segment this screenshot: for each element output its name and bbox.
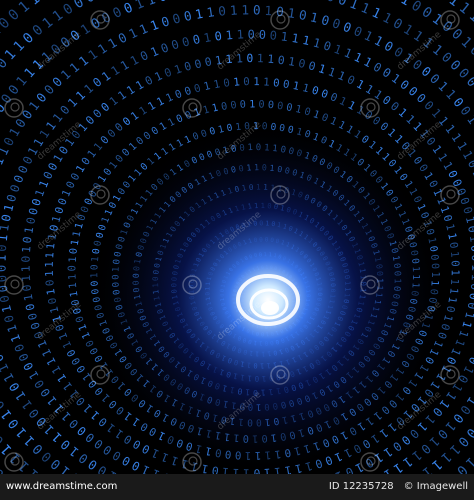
binary-digit: 0 — [468, 244, 474, 252]
binary-digit: 0 — [19, 255, 33, 262]
binary-digit: 1 — [18, 265, 32, 272]
tunnel-glow — [88, 120, 448, 474]
binary-digit: 1 — [0, 234, 10, 242]
stock-image-frame: 1011010000010010100101100100010010001111… — [0, 0, 474, 500]
binary-digit: 0 — [239, 99, 246, 110]
binary-digit: 1 — [447, 287, 461, 295]
binary-digit: 0 — [68, 248, 80, 255]
footer-author: © Imagewell — [403, 481, 468, 492]
binary-digit: 1 — [68, 256, 79, 263]
binary-digit: 1 — [19, 245, 33, 253]
binary-digit: 0 — [469, 254, 474, 262]
binary-digit: 1 — [68, 282, 80, 289]
binary-digit: 0 — [0, 244, 9, 252]
binary-digit: 0 — [258, 100, 264, 111]
binary-tunnel-image: 1011010000010010100101100100010010001111… — [0, 0, 474, 474]
binary-digit: 1 — [233, 75, 241, 89]
binary-digit: 1 — [467, 234, 474, 243]
binary-digit: 0 — [449, 260, 462, 267]
binary-digit: 0 — [253, 2, 261, 17]
binary-digit: 1 — [236, 27, 244, 41]
binary-digit: 0 — [217, 3, 226, 19]
binary-tunnel-svg: 1011010000010010100101100100010010001111… — [0, 0, 474, 474]
binary-digit: 1 — [448, 278, 461, 285]
binary-digit: 1 — [449, 269, 462, 276]
binary-digit: 1 — [43, 270, 56, 277]
binary-digit: 1 — [448, 250, 462, 258]
binary-digit: 1 — [241, 2, 249, 17]
binary-digit: 1 — [257, 51, 264, 65]
binary-digit: 1 — [267, 52, 275, 66]
binary-digit: 1 — [469, 273, 474, 281]
binary-digit: 1 — [469, 264, 474, 271]
binary-digit: 1 — [229, 3, 238, 18]
binary-digit: 0 — [43, 279, 57, 287]
binary-digit: 1 — [67, 274, 78, 281]
binary-digit: 1 — [0, 255, 9, 262]
binary-digit: 0 — [269, 28, 277, 43]
binary-digit: 1 — [263, 75, 270, 88]
binary-digit: 1 — [43, 252, 56, 259]
footer-image-id: ID 12235728 — [328, 481, 394, 492]
footer-meta: ID 12235728 © Imagewell — [329, 481, 468, 492]
binary-digit: 0 — [246, 51, 253, 65]
binary-digit: 1 — [253, 75, 260, 88]
binary-digit: 1 — [225, 28, 234, 43]
binary-digit: 0 — [267, 100, 274, 111]
binary-digit: 1 — [249, 99, 255, 110]
binary-digit: 0 — [0, 265, 9, 273]
footer-site: www.dreamstime.com — [6, 481, 118, 492]
stock-footer-bar: www.dreamstime.com ID 12235728 © Imagewe… — [0, 474, 474, 500]
binary-digit: 1 — [43, 261, 56, 268]
binary-digit: 0 — [272, 76, 280, 90]
binary-digit: 0 — [243, 75, 250, 88]
binary-digit: 0 — [68, 265, 79, 271]
binary-digit: 0 — [465, 224, 474, 234]
